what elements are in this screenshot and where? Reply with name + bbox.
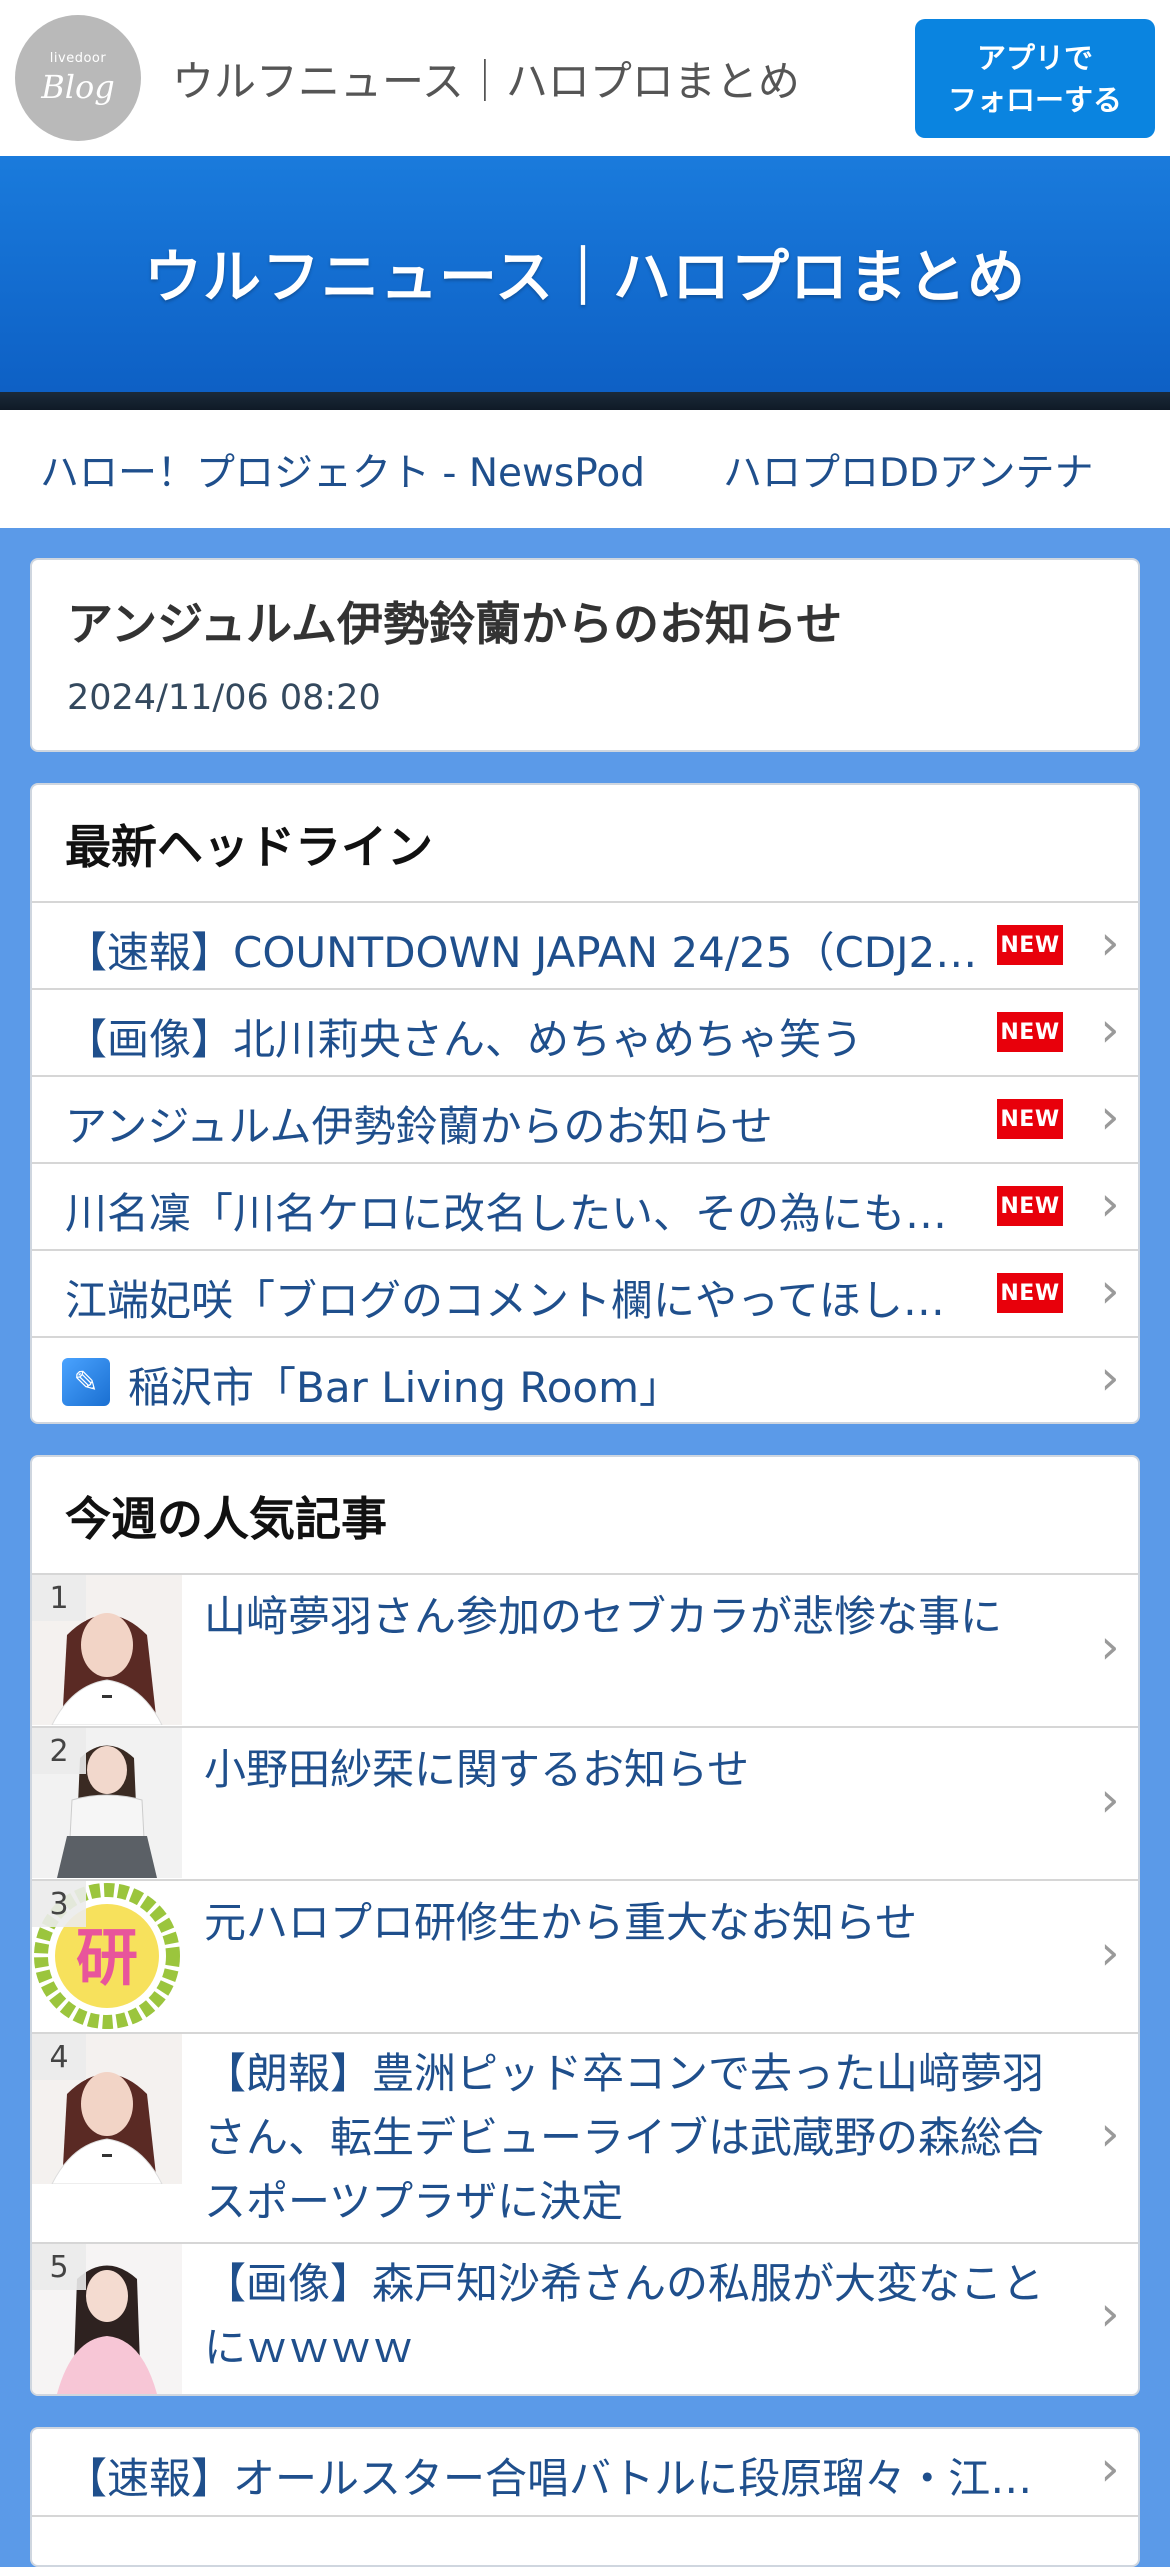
logo-small-text: livedoor <box>49 50 107 66</box>
site-title[interactable]: ウルフニュース｜ハロプロまとめ <box>172 48 800 109</box>
headline-row[interactable]: 【速報】オールスター合唱バトルに段原瑠々・江… › <box>32 2429 1138 2515</box>
chevron-right-icon: › <box>1100 1263 1120 1319</box>
rank-badge: 4 <box>32 2034 86 2080</box>
latest-headlines-card: 最新ヘッドライン 【速報】COUNTDOWN JAPAN 24/25（CDJ2…… <box>30 783 1140 1424</box>
chevron-right-icon: › <box>1100 1619 1120 1675</box>
chevron-right-icon: › <box>1100 1089 1120 1145</box>
chevron-right-icon: › <box>1100 1350 1120 1406</box>
headline-text: 【速報】オールスター合唱バトルに段原瑠々・江… <box>65 2454 1033 2503</box>
headline-row[interactable]: 【速報】COUNTDOWN JAPAN 24/25（CDJ2… NEW › <box>32 901 1138 988</box>
popular-row[interactable]: 2 小野田紗栞に関するお知らせ › <box>32 1726 1138 1879</box>
article-title: アンジュルム伊勢鈴蘭からのお知らせ <box>67 597 843 651</box>
popular-article-text: 小野田紗栞に関するお知らせ <box>204 1745 750 1794</box>
popular-article-text: 山﨑夢羽さん参加のセブカラが悲惨な事に <box>204 1592 1003 1641</box>
popular-row[interactable]: 1 山﨑夢羽さん参加のセブカラが悲惨な事に › <box>32 1573 1138 1726</box>
livedoor-blog-logo[interactable]: livedoor Blog <box>15 15 141 141</box>
blog-banner[interactable]: ウルフニュース｜ハロプロまとめ <box>0 156 1170 400</box>
article-date: 2024/11/06 08:20 <box>67 678 381 718</box>
headline-row[interactable]: 【画像】北川莉央さん、めちゃめちゃ笑う NEW › <box>32 988 1138 1075</box>
nav-link-newspod[interactable]: ハロー！プロジェクト - NewsPod <box>40 442 645 498</box>
chevron-right-icon: › <box>1100 1772 1120 1828</box>
headline-text: 【画像】北川莉央さん、めちゃめちゃ笑う <box>65 1015 864 1064</box>
chevron-right-icon: › <box>1100 2441 1120 2497</box>
headline-row[interactable]: 川名凜「川名ケロに改名したい、その為にもっ… NEW › <box>32 1162 1138 1249</box>
headline-text: アンジュルム伊勢鈴蘭からのお知らせ <box>65 1102 773 1151</box>
popular-row[interactable]: 研 3 元ハロプロ研修生から重大なお知らせ › <box>32 1879 1138 2032</box>
chevron-right-icon: › <box>1100 1925 1120 1981</box>
nav-link-dd-antenna[interactable]: ハロプロDDアンテナ <box>723 442 1094 498</box>
headlines-heading: 最新ヘッドライン <box>65 820 433 874</box>
popular-article-text: 【朗報】豊洲ピッド卒コンで去った山﨑夢羽さん、転生デビューライブは武蔵野の森総合… <box>204 2049 1045 2226</box>
headline-row[interactable]: アンジュルム伊勢鈴蘭からのお知らせ NEW › <box>32 1075 1138 1162</box>
kenshu-logo-glyph: 研 <box>76 1921 138 1994</box>
chevron-right-icon: › <box>1100 2286 1120 2342</box>
article-header-card: アンジュルム伊勢鈴蘭からのお知らせ 2024/11/06 08:20 <box>30 558 1140 752</box>
popular-row[interactable]: 4 【朗報】豊洲ピッド卒コンで去った山﨑夢羽さん、転生デビューライブは武蔵野の森… <box>32 2032 1138 2242</box>
headline-text: 稲沢市「Bar Living Room」 <box>128 1363 681 1412</box>
new-badge: NEW <box>997 925 1063 965</box>
popular-row[interactable]: 5 【画像】森戸知沙希さんの私服が大変なことにｗｗｗｗ › <box>32 2242 1138 2394</box>
banner-title: ウルフニュース｜ハロプロまとめ <box>143 243 1027 311</box>
chevron-right-icon: › <box>1100 1002 1120 1058</box>
antenna-links-bar: ハロー！プロジェクト - NewsPod ハロプロDDアンテナ <box>0 410 1170 528</box>
weekly-popular-card: 今週の人気記事 1 山﨑夢羽さん参加のセブカラが悲惨な事に › 2 小野田紗栞に… <box>30 1455 1140 2396</box>
headline-text: 川名凜「川名ケロに改名したい、その為にもっ… <box>65 1189 985 1238</box>
rank-badge: 2 <box>32 1728 86 1774</box>
follow-in-app-button[interactable]: アプリで フォローする <box>915 19 1155 138</box>
chevron-right-icon: › <box>1100 1176 1120 1232</box>
chevron-right-icon: › <box>1100 2106 1120 2162</box>
new-badge: NEW <box>997 1186 1063 1226</box>
new-badge: NEW <box>997 1099 1063 1139</box>
popular-article-text: 元ハロプロ研修生から重大なお知らせ <box>204 1898 918 1947</box>
feather-icon: ✎ <box>62 1358 110 1406</box>
new-badge: NEW <box>997 1273 1063 1313</box>
rank-badge: 3 <box>32 1881 86 1927</box>
top-bar: livedoor Blog ウルフニュース｜ハロプロまとめ アプリで フォローす… <box>0 0 1170 156</box>
new-badge: NEW <box>997 1012 1063 1052</box>
rank-badge: 5 <box>32 2244 86 2290</box>
headline-row[interactable]: ✎ 稲沢市「Bar Living Room」 › <box>32 1336 1138 1422</box>
chevron-right-icon: › <box>1100 915 1120 971</box>
rank-badge: 1 <box>32 1575 86 1621</box>
headline-text: 【速報】COUNTDOWN JAPAN 24/25（CDJ2… <box>65 928 978 977</box>
logo-big-text: Blog <box>41 67 115 106</box>
headline-row[interactable] <box>32 2515 1138 2565</box>
headline-row[interactable]: 江端妃咲「ブログのコメント欄にやってほしい… NEW › <box>32 1249 1138 1336</box>
banner-divider <box>0 392 1170 410</box>
follow-button-line1: アプリで <box>976 40 1093 75</box>
headline-text: 江端妃咲「ブログのコメント欄にやってほしい… <box>65 1276 985 1325</box>
popular-article-text: 【画像】森戸知沙希さんの私服が大変なことにｗｗｗｗ <box>204 2259 1045 2372</box>
follow-button-line2: フォローする <box>947 82 1122 117</box>
more-headlines-card: 【速報】オールスター合唱バトルに段原瑠々・江… › <box>30 2427 1140 2567</box>
popular-heading: 今週の人気記事 <box>65 1492 387 1546</box>
